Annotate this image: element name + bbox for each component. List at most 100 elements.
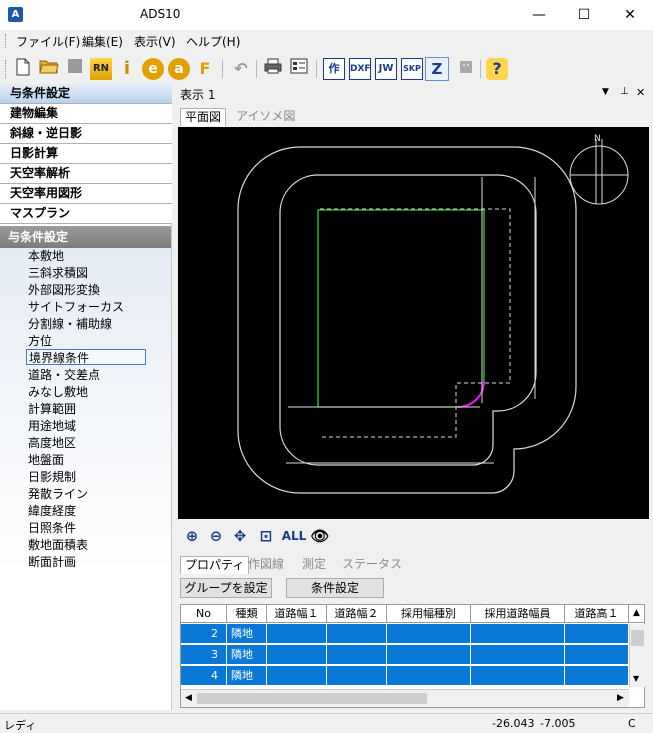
zoom-in-icon[interactable]: ⊕ — [182, 526, 202, 546]
jw-button[interactable]: JW — [375, 58, 397, 80]
sub-item[interactable]: 本敷地 — [26, 248, 66, 264]
save-icon[interactable] — [64, 58, 86, 80]
view-pin-icon[interactable]: ⊥ — [620, 86, 629, 97]
scroll-up-icon[interactable]: ▲ — [629, 605, 645, 623]
new-file-icon[interactable] — [12, 58, 34, 80]
sub-item[interactable]: 断面計画 — [26, 554, 78, 570]
view-close-icon[interactable]: ✕ — [636, 86, 645, 99]
help-icon[interactable]: ? — [486, 58, 508, 80]
category-shadow-calc[interactable]: 日影計算 — [0, 144, 172, 164]
tab-drawing-lines[interactable]: 作図線 — [244, 556, 288, 574]
sub-item[interactable]: 用途地域 — [26, 418, 78, 434]
table-cell[interactable] — [565, 645, 629, 665]
table-cell-no[interactable]: 4 — [181, 666, 227, 686]
table-cell[interactable] — [471, 624, 565, 644]
table-cell[interactable] — [267, 645, 327, 665]
zoom-all-button[interactable]: ALL — [280, 526, 308, 546]
table-cell[interactable] — [327, 666, 387, 686]
close-button[interactable]: ✕ — [607, 0, 653, 30]
vertical-scrollbar[interactable]: ▼ — [629, 624, 645, 687]
undo-icon[interactable]: ↶ — [230, 58, 252, 80]
table-cell-no[interactable]: 2 — [181, 624, 227, 644]
category-sky-analysis[interactable]: 天空率解析 — [0, 164, 172, 184]
skp-button[interactable]: SKP — [401, 58, 423, 80]
table-cell[interactable] — [267, 666, 327, 686]
menu-edit[interactable]: 編集(E) — [82, 33, 123, 50]
vertical-scroll-thumb[interactable] — [631, 630, 644, 646]
table-cell[interactable] — [387, 645, 471, 665]
column-header[interactable]: 道路高１ — [565, 605, 629, 623]
category-mass-plan[interactable]: マスプラン — [0, 204, 172, 224]
table-cell[interactable] — [565, 624, 629, 644]
column-header[interactable]: 道路幅１ — [267, 605, 327, 623]
z-button[interactable]: Z — [425, 57, 449, 81]
table-cell[interactable] — [471, 666, 565, 686]
drawing-canvas[interactable]: N — [178, 127, 649, 519]
tab-status[interactable]: ステータス — [338, 556, 406, 574]
sub-item[interactable]: 地盤面 — [26, 452, 66, 468]
eye-icon[interactable]: 👁 — [310, 526, 330, 546]
sub-item[interactable]: 分割線・補助線 — [26, 316, 114, 332]
menu-file[interactable]: ファイル(F) — [16, 33, 80, 50]
column-header[interactable]: 採用幅種別 — [387, 605, 471, 623]
sub-item[interactable]: 外部図形変換 — [26, 282, 102, 298]
sub-item[interactable]: 発散ライン — [26, 486, 90, 502]
sub-item[interactable]: みなし敷地 — [26, 384, 90, 400]
scroll-left-icon[interactable]: ◀ — [185, 693, 192, 703]
table-cell[interactable] — [471, 645, 565, 665]
column-header[interactable]: No — [181, 605, 227, 623]
category-sky-shapes[interactable]: 天空率用図形 — [0, 184, 172, 204]
menu-view[interactable]: 表示(V) — [134, 33, 176, 50]
column-header[interactable]: 種類 — [227, 605, 267, 623]
print-icon[interactable] — [262, 58, 284, 80]
sub-item[interactable]: 日照条件 — [26, 520, 78, 536]
table-cell-kind[interactable]: 隣地 — [227, 624, 267, 644]
properties-icon[interactable] — [288, 58, 310, 80]
sub-item[interactable]: 緯度経度 — [26, 503, 78, 519]
set-group-button[interactable]: グループを設定 — [180, 578, 272, 598]
sub-item[interactable]: 日影規制 — [26, 469, 78, 485]
zoom-window-icon[interactable]: ⊡ — [256, 526, 276, 546]
table-cell-kind[interactable]: 隣地 — [227, 645, 267, 665]
view-dropdown-icon[interactable]: ▼ — [602, 87, 609, 97]
tab-plan[interactable]: 平面図 — [180, 108, 227, 126]
category-slant-shadow[interactable]: 斜線・逆日影 — [0, 124, 172, 144]
category-building-edit[interactable]: 建物編集 — [0, 104, 172, 124]
zoom-out-icon[interactable]: ⊖ — [206, 526, 226, 546]
saku-button[interactable]: 作 — [323, 58, 345, 80]
tab-properties[interactable]: プロパティ — [180, 556, 250, 574]
rn-button[interactable]: RN — [90, 58, 112, 80]
sub-item[interactable]: 計算範囲 — [26, 401, 78, 417]
e-button[interactable]: e — [142, 58, 164, 80]
scroll-down-icon[interactable]: ▼ — [633, 674, 639, 683]
category-conditions[interactable]: 与条件設定 — [0, 84, 172, 104]
a-button[interactable]: a — [168, 58, 190, 80]
table-cell[interactable] — [387, 624, 471, 644]
table-cell-no[interactable]: 3 — [181, 645, 227, 665]
info-button[interactable]: i — [116, 58, 138, 80]
sub-item[interactable]: 道路・交差点 — [26, 367, 102, 383]
table-cell-kind[interactable]: 隣地 — [227, 666, 267, 686]
tab-measure[interactable]: 測定 — [298, 556, 330, 574]
building-icon[interactable] — [455, 58, 477, 80]
sub-item[interactable]: 高度地区 — [26, 435, 78, 451]
horizontal-scrollbar[interactable]: ◀ ▶ — [181, 689, 629, 707]
column-header[interactable]: 採用道路幅員 — [471, 605, 565, 623]
table-cell[interactable] — [387, 666, 471, 686]
scroll-right-icon[interactable]: ▶ — [617, 693, 624, 703]
pan-icon[interactable]: ✥ — [230, 526, 250, 546]
table-cell[interactable] — [327, 645, 387, 665]
column-header[interactable]: 道路幅２ — [327, 605, 387, 623]
dxf-button[interactable]: DXF — [349, 58, 371, 80]
sub-item[interactable]: 方位 — [26, 333, 54, 349]
sub-item[interactable]: 敷地面積表 — [26, 537, 90, 553]
open-folder-icon[interactable] — [38, 58, 60, 80]
horizontal-scroll-thumb[interactable] — [197, 693, 427, 704]
table-cell[interactable] — [267, 624, 327, 644]
table-cell[interactable] — [565, 666, 629, 686]
sub-item-selected[interactable]: 境界線条件 — [26, 349, 146, 365]
sub-item[interactable]: 三斜求積図 — [26, 265, 90, 281]
minimize-button[interactable]: — — [516, 0, 562, 30]
condition-settings-button[interactable]: 条件設定 — [286, 578, 384, 598]
sub-item[interactable]: サイトフォーカス — [26, 299, 126, 315]
